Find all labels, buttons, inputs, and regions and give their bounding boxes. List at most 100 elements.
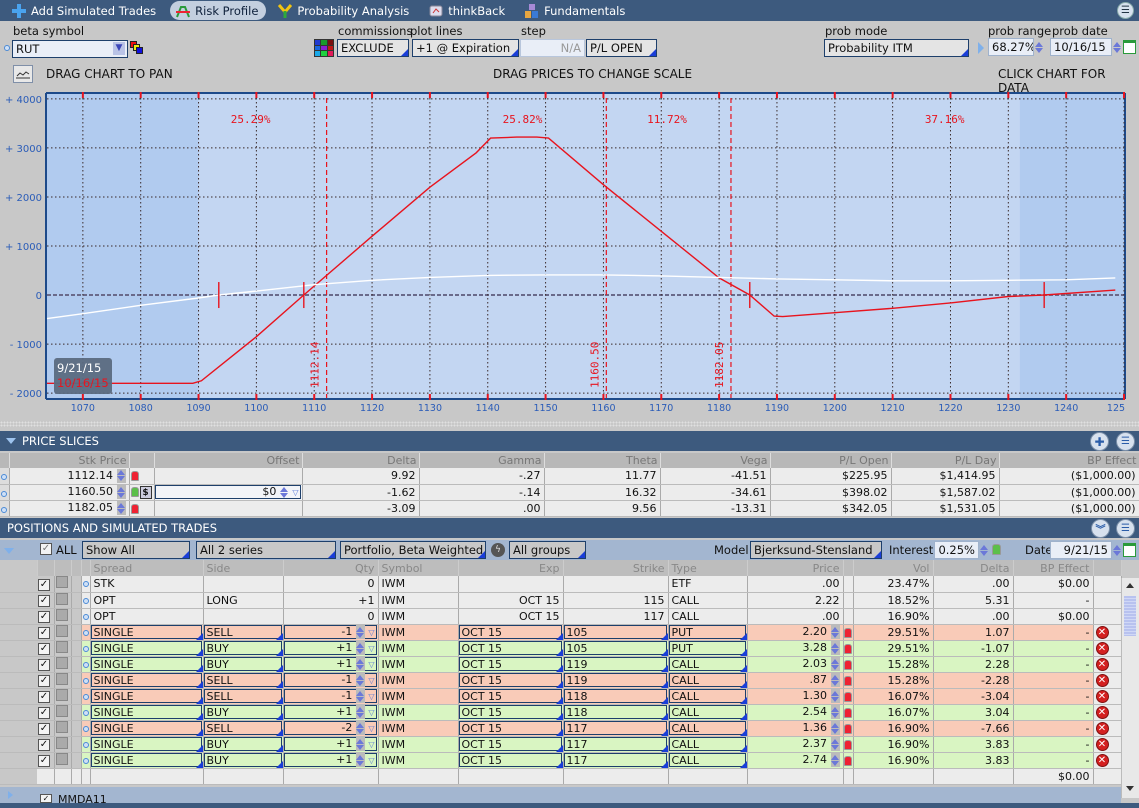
expand-icon[interactable] xyxy=(4,548,14,554)
side-cell[interactable]: BUY xyxy=(203,752,284,769)
col-delta[interactable]: Delta xyxy=(933,560,1014,576)
col-delta[interactable]: Delta xyxy=(302,453,420,468)
price-spinner[interactable] xyxy=(830,657,840,671)
type-cell[interactable]: CALL xyxy=(668,752,748,769)
col-pl-day[interactable]: P/L Day xyxy=(891,453,1000,468)
link-dot[interactable] xyxy=(82,725,89,732)
tab-risk-profile[interactable]: Risk Profile xyxy=(170,1,267,20)
qty-cell[interactable]: +1 ▽ xyxy=(283,640,379,657)
price-cell[interactable]: 3.28 xyxy=(747,640,844,657)
remove-trade-icon[interactable]: ✕ xyxy=(1095,706,1109,719)
chart-toggle[interactable] xyxy=(55,752,68,765)
chart-toggle[interactable] xyxy=(55,576,68,589)
lock-icon[interactable] xyxy=(843,691,852,702)
price-cell[interactable]: 2.20 xyxy=(747,624,844,641)
side-cell[interactable]: BUY xyxy=(203,640,284,657)
offset-cell[interactable] xyxy=(154,468,303,485)
strike-cell[interactable]: 117 xyxy=(563,736,669,753)
beta-symbol-link-dot[interactable] xyxy=(4,45,10,51)
interest-input[interactable]: 0.25% xyxy=(934,541,979,559)
link-dot[interactable] xyxy=(82,661,89,668)
exp-cell[interactable]: OCT 15 xyxy=(458,624,564,641)
qty-dropdown-icon[interactable]: ▽ xyxy=(368,644,374,653)
qty-dropdown-icon[interactable]: ▽ xyxy=(368,660,374,669)
link-dot[interactable] xyxy=(82,629,89,636)
model-select[interactable]: Bjerksund-Stensland xyxy=(750,541,882,559)
spread-cell[interactable]: SINGLE xyxy=(90,752,204,769)
link-dot[interactable] xyxy=(82,597,89,604)
beta-symbol-input[interactable]: RUT ▼ xyxy=(12,40,128,58)
side-cell[interactable]: SELL xyxy=(203,688,284,705)
resize-divider[interactable] xyxy=(0,421,1139,427)
col-bp-effect[interactable]: BP Effect xyxy=(999,453,1139,468)
prob-date-input[interactable]: 10/16/15 xyxy=(1050,38,1112,56)
col-price[interactable]: Price xyxy=(747,560,844,576)
qty-cell[interactable]: -1 ▽ xyxy=(283,624,379,641)
prob-mode-select[interactable]: Probability ITM xyxy=(824,39,969,57)
col-spread[interactable]: Spread xyxy=(90,560,204,576)
col-bp-effect[interactable]: BP Effect xyxy=(1013,560,1094,576)
qty-cell[interactable]: +1 ▽ xyxy=(283,752,379,769)
commissions-select[interactable]: EXCLUDE xyxy=(337,39,409,57)
side-cell[interactable]: SELL xyxy=(203,672,284,689)
link-dot[interactable] xyxy=(82,741,89,748)
side-cell[interactable]: BUY xyxy=(203,704,284,721)
include-checkbox[interactable]: ✓ xyxy=(38,723,50,735)
exp-cell[interactable]: OCT 15 xyxy=(458,640,564,657)
col-symbol[interactable]: Symbol xyxy=(378,560,459,576)
calendar-icon[interactable] xyxy=(1123,543,1136,557)
qty-cell[interactable]: -1 ▽ xyxy=(283,672,379,689)
price-cell[interactable]: 1.30 xyxy=(747,688,844,705)
price-cell[interactable]: 2.74 xyxy=(747,752,844,769)
remove-trade-icon[interactable]: ✕ xyxy=(1095,754,1109,767)
include-checkbox[interactable]: ✓ xyxy=(38,691,50,703)
link-dot[interactable] xyxy=(82,613,89,620)
strike-cell[interactable]: 118 xyxy=(563,704,669,721)
type-cell[interactable]: CALL xyxy=(668,720,748,737)
prob-range-spinner[interactable] xyxy=(1034,40,1043,54)
strike-cell[interactable]: 105 xyxy=(563,624,669,641)
qty-dropdown-icon[interactable]: ▽ xyxy=(368,724,374,733)
price-spinner[interactable] xyxy=(830,705,840,719)
expand-group-icon[interactable] xyxy=(8,791,13,799)
remove-trade-icon[interactable]: ✕ xyxy=(1095,658,1109,671)
qty-dropdown-icon[interactable]: ▽ xyxy=(368,740,374,749)
unlock-icon[interactable] xyxy=(992,544,1001,555)
exp-cell[interactable]: OCT 15 xyxy=(458,752,564,769)
collapse-all-button[interactable]: ︾ xyxy=(1091,519,1110,538)
link-dot[interactable] xyxy=(82,757,89,764)
col-gamma[interactable]: Gamma xyxy=(419,453,545,468)
qty-cell[interactable]: +1 ▽ xyxy=(283,656,379,673)
side-cell[interactable]: SELL xyxy=(203,720,284,737)
stk-price-cell[interactable]: 1112.14 xyxy=(9,468,130,485)
price-spinner[interactable] xyxy=(830,673,840,687)
scroll-thumb[interactable] xyxy=(1124,596,1136,636)
link-dot[interactable] xyxy=(1,490,7,497)
exp-cell[interactable]: OCT 15 xyxy=(458,736,564,753)
qty-dropdown-icon[interactable]: ▽ xyxy=(368,756,374,765)
include-checkbox[interactable]: ✓ xyxy=(38,643,50,655)
link-dot[interactable] xyxy=(82,693,89,700)
price-spinner[interactable] xyxy=(830,753,840,767)
offset-spinner[interactable] xyxy=(280,485,289,499)
qty-dropdown-icon[interactable]: ▽ xyxy=(368,676,374,685)
position-row[interactable]: ✓ SINGLE SELL -2 ▽ IWM OCT 15 117 CALL 1… xyxy=(0,720,1122,737)
dropdown-arrow-icon[interactable]: ▼ xyxy=(113,42,125,55)
tab-add-simulated-trades[interactable]: Add Simulated Trades xyxy=(6,1,164,20)
color-picker-icon[interactable] xyxy=(130,41,143,54)
exp-cell[interactable]: OCT 15 xyxy=(458,720,564,737)
qty-cell[interactable]: +1 ▽ xyxy=(283,704,379,721)
qty-spinner[interactable] xyxy=(355,625,365,639)
col-strike[interactable]: Strike xyxy=(563,560,669,576)
include-checkbox[interactable]: ✓ xyxy=(38,707,50,719)
scroll-down-icon[interactable] xyxy=(1126,786,1134,791)
position-row[interactable]: ✓ STK 0 IWM ETF .00 23.47% .00 $0.00 xyxy=(0,576,1122,593)
type-cell[interactable]: CALL xyxy=(668,704,748,721)
offset-dropdown-icon[interactable]: ▽ xyxy=(292,488,298,497)
position-row[interactable]: ✓ SINGLE SELL -1 ▽ IWM OCT 15 105 PUT 2.… xyxy=(0,624,1122,641)
qty-spinner[interactable] xyxy=(355,657,365,671)
stk-price-cell[interactable]: 1182.05 xyxy=(9,500,130,517)
scroll-up-icon[interactable] xyxy=(1126,583,1134,588)
dollar-mode-button[interactable]: $ xyxy=(139,486,152,499)
spread-cell[interactable]: SINGLE xyxy=(90,640,204,657)
